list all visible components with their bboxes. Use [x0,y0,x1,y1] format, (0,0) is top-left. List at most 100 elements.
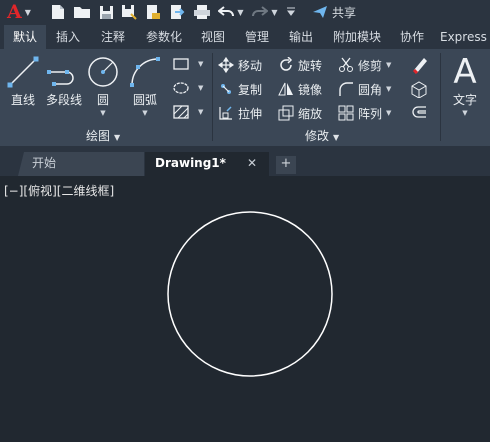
line-tool-button[interactable]: 直线 [4,55,42,119]
arc-label: 圆弧 [132,93,157,107]
erase-tool-button[interactable] [410,54,432,76]
chevron-down-icon: ▼ [114,133,121,142]
rectangle-icon [173,58,189,70]
scale-label: 缩放 [298,106,323,121]
arc-tool-button[interactable]: 圆弧 ▼ [126,55,164,119]
drawing-canvas[interactable]: [−][俯视][二维线框] [0,176,490,442]
fillet-tool-button[interactable]: 圆角 ▼ [338,78,391,100]
chevron-down-icon: ▼ [198,84,204,92]
array-icon [338,105,354,121]
paper-plane-icon [312,6,327,18]
share-label: 共享 [331,5,356,20]
rotate-tool-button[interactable]: 旋转 [278,54,322,76]
plot-icon[interactable] [191,1,213,23]
file-tab-bar: 开始 Drawing1* ✕ + [0,146,490,176]
array-label: 阵列 [358,106,383,121]
scale-tool-button[interactable]: 缩放 [278,102,322,124]
trim-tool-button[interactable]: 修剪 ▼ [338,54,391,76]
chevron-down-icon: ▼ [333,133,340,142]
redo-button[interactable]: ▼ [250,1,280,23]
mirror-icon [278,82,293,96]
share-button[interactable]: 共享 [304,1,364,23]
circle-tool-button[interactable]: 圆 ▼ [86,55,120,119]
explode-icon [411,81,427,98]
tab-insert[interactable]: 插入 [48,25,88,49]
draw-panel-title[interactable]: 绘图 ▼ [86,127,120,145]
hatch-icon [173,105,189,119]
mirror-tool-button[interactable]: 镜像 [278,78,322,100]
customize-toolbar-icon[interactable] [284,1,298,23]
polyline-tool-button[interactable]: 多段线 [44,55,84,119]
line-icon [7,56,39,88]
tab-manage[interactable]: 管理 [236,25,278,49]
copy-label: 复制 [238,82,263,97]
save-icon[interactable] [96,1,116,23]
chevron-down-icon: ▼ [198,108,204,116]
stretch-icon [219,106,232,120]
move-tool-button[interactable]: 移动 [218,54,262,76]
ribbon-panel-area: 直线 多段线 圆 ▼ 圆弧 ▼ ▼ ▼ ▼ 绘图 ▼ 移动 旋转 修剪 ▼ 复制… [0,49,490,146]
chevron-down-icon: ▼ [198,60,204,68]
arc-icon [130,57,160,87]
copy-icon [221,84,231,94]
offset-icon [412,106,426,118]
open-folder-icon[interactable] [71,1,93,23]
chevron-down-icon: ▼ [462,109,468,117]
chevron-down-icon: ▼ [24,7,31,17]
undo-button[interactable]: ▼ [216,1,246,23]
explode-tool-button[interactable] [410,78,432,100]
line-label: 直线 [10,93,35,107]
drawing-tab[interactable]: Drawing1* ✕ [145,152,269,176]
tab-parametric[interactable]: 参数化 [138,25,190,49]
hatch-tool-button[interactable]: ▼ [172,101,203,123]
circle-label: 圆 [96,93,109,107]
close-icon[interactable]: ✕ [247,152,257,174]
viewport-controls-label[interactable]: [−][俯视][二维线框] [4,182,114,199]
application-menu-button[interactable]: A ▼ [2,1,36,23]
fillet-label: 圆角 [358,82,383,97]
rectangle-tool-button[interactable]: ▼ [172,53,203,75]
rotate-label: 旋转 [298,58,323,73]
open-from-web-icon[interactable] [143,1,163,23]
text-label: 文字 [452,93,477,107]
save-to-web-icon[interactable] [167,1,187,23]
new-file-icon[interactable] [48,1,68,23]
stretch-label: 拉伸 [238,106,263,121]
stretch-tool-button[interactable]: 拉伸 [218,102,262,124]
tab-output[interactable]: 输出 [281,25,321,49]
trim-label: 修剪 [358,58,383,73]
rotate-icon [280,57,293,71]
tab-express[interactable]: Express [440,25,490,49]
fillet-icon [339,82,353,96]
chevron-down-icon: ▼ [271,7,278,17]
polyline-label: 多段线 [45,93,82,107]
offset-tool-button[interactable] [410,102,432,124]
new-tab-button[interactable]: + [276,156,296,174]
drawn-circle[interactable] [160,206,340,386]
copy-tool-button[interactable]: 复制 [218,78,262,100]
tab-default[interactable]: 默认 [4,25,46,49]
tab-view[interactable]: 视图 [193,25,233,49]
tab-annotate[interactable]: 注释 [92,25,134,49]
start-tab[interactable]: 开始 [18,152,144,176]
move-label: 移动 [238,58,263,73]
modify-panel-label: 修改 [305,129,330,143]
chevron-down-icon: ▼ [142,109,148,117]
polyline-icon [47,70,74,86]
scale-icon [278,105,294,121]
text-a-icon: A [453,52,477,92]
panel-divider [440,53,441,141]
move-icon [218,57,234,73]
save-as-icon[interactable] [119,1,139,23]
tab-collaborate[interactable]: 协作 [391,25,433,49]
chevron-down-icon: ▼ [386,85,392,93]
ellipse-tool-button[interactable]: ▼ [172,77,203,99]
array-tool-button[interactable]: 阵列 ▼ [338,102,391,124]
tab-addins[interactable]: 附加模块 [326,25,388,49]
draw-panel-label: 绘图 [86,129,111,143]
chevron-down-icon: ▼ [386,109,392,117]
ellipse-icon [173,82,189,94]
modify-panel-title[interactable]: 修改 ▼ [305,127,339,145]
text-tool-button[interactable]: A 文字 ▼ [446,52,484,119]
ribbon-tab-bar: 默认 插入 注释 参数化 视图 管理 输出 附加模块 协作 Express [0,25,490,49]
